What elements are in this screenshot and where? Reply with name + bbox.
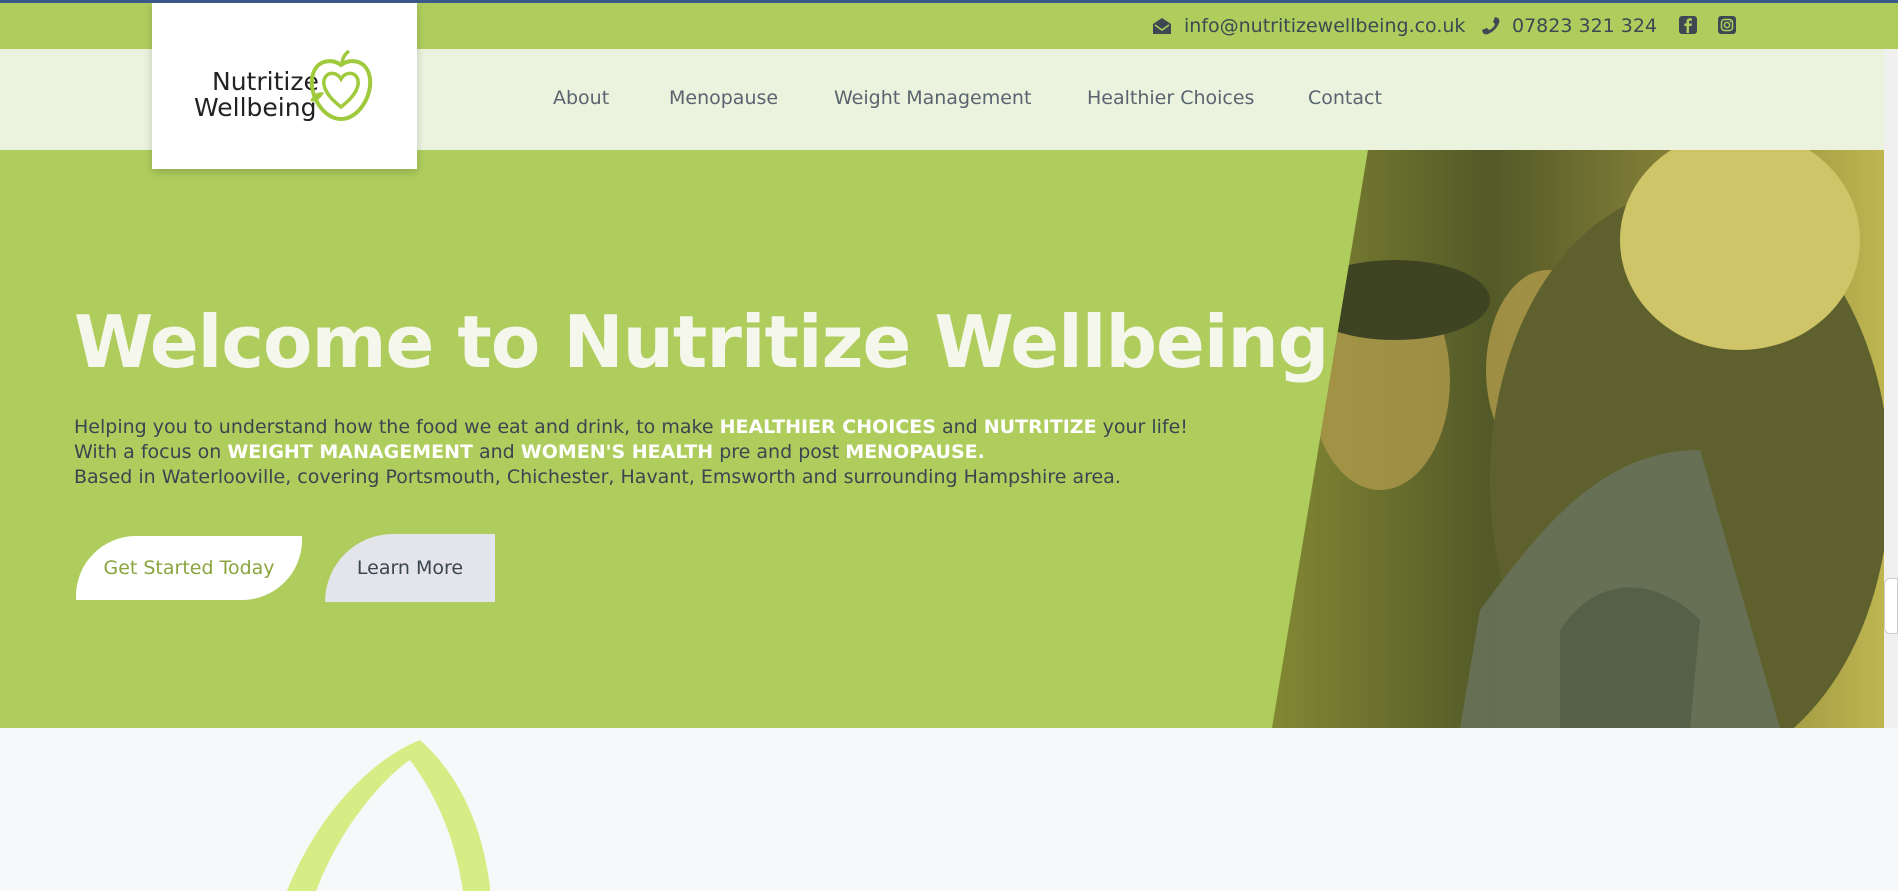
nav-contact[interactable]: Contact <box>1308 49 1382 150</box>
side-widget[interactable] <box>1884 578 1898 634</box>
nav-about[interactable]: About <box>553 49 609 150</box>
phone-text: 07823 321 324 <box>1512 15 1658 37</box>
nav-healthier-choices[interactable]: Healthier Choices <box>1087 49 1254 150</box>
apple-heart-icon <box>309 49 373 122</box>
nav-menopause[interactable]: Menopause <box>669 49 778 150</box>
envelope-icon <box>1153 18 1171 34</box>
hero-title: Welcome to Nutritize Wellbeing <box>74 300 1329 384</box>
hero-line-1: Helping you to understand how the food w… <box>74 416 1188 438</box>
instagram-icon[interactable] <box>1717 15 1737 35</box>
next-section <box>0 728 1898 891</box>
phone-icon <box>1482 17 1500 35</box>
logo-text-line1: Nutritize <box>212 67 319 96</box>
get-started-button[interactable]: Get Started Today <box>76 536 302 600</box>
leaf-decoration <box>287 740 490 891</box>
phone-link[interactable]: 07823 321 324 <box>1482 3 1657 49</box>
nav-weight-management[interactable]: Weight Management <box>834 49 1031 150</box>
email-link[interactable]: info@nutritizewellbeing.co.uk <box>1152 3 1465 49</box>
site-logo[interactable]: Nutritize Wellbeing <box>152 3 417 169</box>
hero-section: Welcome to Nutritize Wellbeing Helping y… <box>0 150 1898 728</box>
logo-text-line2: Wellbeing <box>194 93 317 122</box>
hero-description: Helping you to understand how the food w… <box>74 415 1188 490</box>
hero-line-3: Based in Waterlooville, covering Portsmo… <box>74 466 1121 488</box>
hero-line-2: With a focus on WEIGHT MANAGEMENT and WO… <box>74 441 985 463</box>
email-text: info@nutritizewellbeing.co.uk <box>1184 15 1466 37</box>
facebook-icon[interactable] <box>1678 15 1698 35</box>
